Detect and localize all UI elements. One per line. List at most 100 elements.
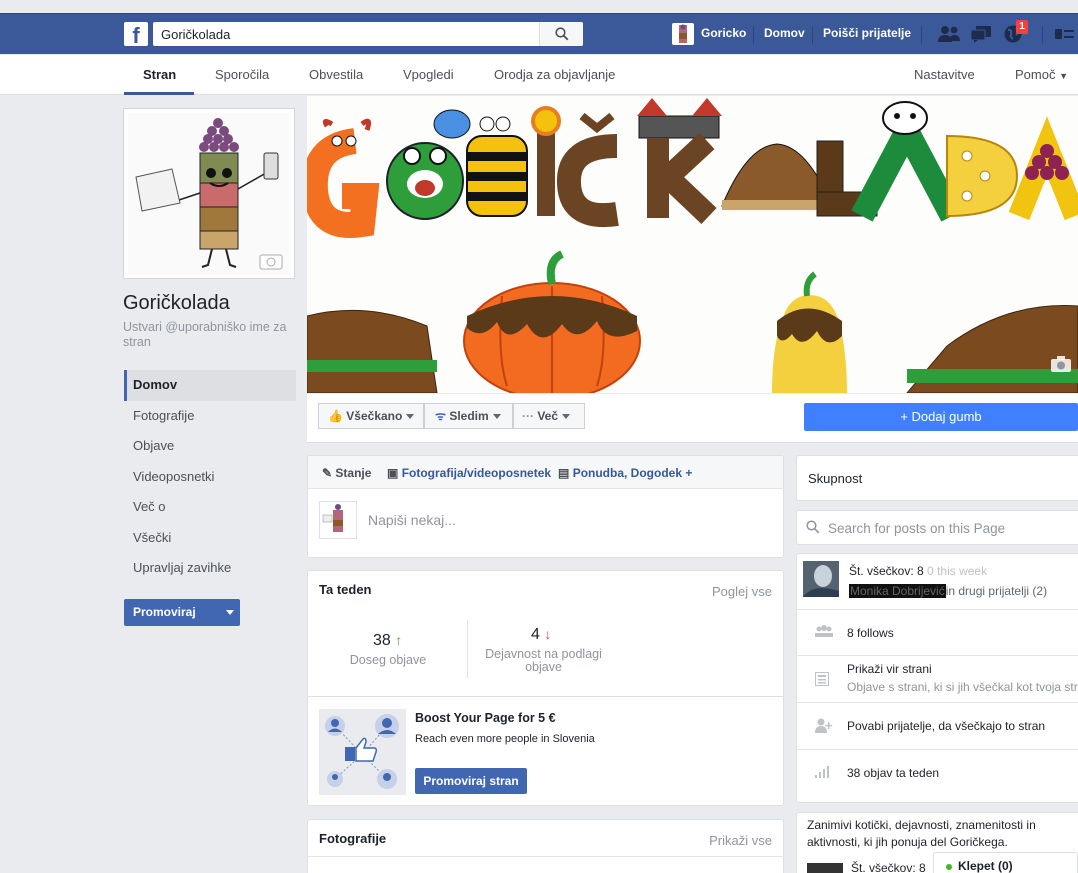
see-all-link[interactable]: Poglej vse	[712, 584, 772, 599]
post-engagement-label: Dejavnost na podlagi objave	[485, 647, 602, 674]
tab-page[interactable]: Stran	[143, 67, 176, 82]
likes-count: Št. všečkov: 8 0 this week	[849, 564, 987, 578]
composer-input[interactable]: Napiši nekaj...	[368, 512, 456, 528]
see-all-photos-link[interactable]: Prikaži vse	[709, 833, 772, 848]
composer-tabs: ✎ Stanje ▣ Fotografija/videoposnetek ▤ P…	[308, 456, 783, 489]
thumbs-up-icon: 👍	[328, 409, 343, 423]
create-username-link[interactable]: Ustvari @uporabniško ime za stran	[123, 320, 293, 350]
tab-publishing-tools[interactable]: Orodja za objavljanje	[494, 67, 615, 82]
post-reach-number: 38	[373, 632, 391, 649]
tab-status[interactable]: ✎ Stanje	[322, 466, 371, 480]
notification-badge: 1	[1016, 20, 1028, 34]
tab-status-label: Stanje	[335, 466, 372, 480]
invite-friends-label: Povabi prijatelje, da všečkajo to stran	[847, 719, 1046, 733]
tab-settings[interactable]: Nastavitve	[914, 67, 975, 82]
tab-photo-label: Fotografija/videoposnetek	[401, 466, 552, 480]
bar-chart-icon	[815, 766, 829, 778]
facebook-logo-icon[interactable]: f	[124, 22, 148, 46]
section-divider	[308, 696, 783, 697]
add-button[interactable]: + Dodaj gumb	[804, 403, 1078, 431]
boost-title: Boost Your Page for 5 €	[415, 711, 556, 725]
view-source-row[interactable]: Prikaži vir strani Objave s strani, ki s…	[797, 655, 1078, 703]
page-title[interactable]: Goričkolada	[123, 292, 230, 315]
tab-notifications[interactable]: Obvestila	[309, 67, 363, 82]
friends-suffix[interactable]: in drugi prijatelji (2)	[946, 584, 1047, 598]
profile-picture[interactable]	[123, 108, 295, 279]
page-stats-card: Št. všečkov: 8 0 this week Monika Dobrij…	[796, 553, 1078, 803]
tab-offer-label: Ponudba, Dogodek +	[572, 466, 693, 480]
caret-down-icon	[562, 414, 571, 420]
rss-icon: ᯤ	[435, 409, 446, 423]
tab-offer-event[interactable]: ▤ Ponudba, Dogodek +	[558, 466, 692, 480]
add-friend-icon	[815, 718, 833, 733]
liked-button[interactable]: 👍 Všečkano	[318, 403, 424, 429]
community-title: Skupnost	[808, 471, 863, 486]
messages-icon[interactable]	[970, 24, 992, 44]
cover-art	[307, 98, 1078, 393]
friend-avatar[interactable]	[803, 561, 839, 597]
follows-count: 8 follows	[847, 626, 894, 640]
quick-help-icon[interactable]	[1055, 27, 1075, 41]
help-menu[interactable]: Pomoč ▼	[1015, 67, 1068, 82]
home-link[interactable]: Domov	[764, 26, 805, 40]
leftnav-item-posts[interactable]: Objave	[124, 431, 296, 462]
friend-name-link[interactable]: Monika Dobrijević	[849, 584, 946, 598]
photo-icon: ▣	[387, 466, 399, 480]
promote-page-button[interactable]: Promoviraj stran	[415, 768, 527, 794]
boost-subtitle: Reach even more people in Slovenia	[415, 733, 595, 745]
chat-label: Klepet (0)	[958, 859, 1013, 873]
section-divider	[308, 856, 783, 857]
event-icon: ▤	[558, 466, 570, 480]
leftnav-item-manage-tabs[interactable]: Upravljaj zavihke	[124, 553, 296, 584]
photos-title: Fotografije	[319, 831, 387, 846]
cover-photo[interactable]	[307, 96, 1078, 393]
ellipsis-icon: ···	[522, 409, 534, 423]
leftnav-item-likes[interactable]: Všečki	[124, 523, 296, 554]
caret-down-icon[interactable]	[226, 610, 234, 615]
following-button[interactable]: ᯤ Sledim	[424, 403, 513, 429]
post-search-box[interactable]: Search for posts on this Page	[796, 510, 1078, 545]
search-button[interactable]	[539, 22, 583, 46]
tab-photo-video[interactable]: ▣ Fotografija/videoposnetek	[387, 466, 551, 480]
tab-messages[interactable]: Sporočila	[215, 67, 269, 82]
profile-avatar[interactable]	[672, 23, 694, 45]
composer-avatar	[319, 501, 357, 539]
leftnav-item-photos[interactable]: Fotografije	[124, 401, 296, 432]
posts-this-week-row[interactable]: 38 objav ta teden	[797, 749, 1078, 797]
more-button[interactable]: ··· Več	[513, 403, 585, 429]
promote-button[interactable]: Promoviraj	[124, 599, 240, 626]
top-bar: f Goričkolada Goricko Domov Poišči prija…	[0, 13, 1078, 54]
post-reach-label: Doseg objave	[349, 653, 427, 667]
friend-avatar[interactable]	[807, 863, 843, 873]
camera-icon[interactable]	[1050, 355, 1072, 373]
caret-down-icon	[406, 414, 415, 420]
arrow-down-icon: ↓	[544, 626, 552, 642]
page-navigation: Stran Sporočila Obvestila Vpogledi Orodj…	[0, 55, 1078, 95]
friend-requests-icon[interactable]	[937, 24, 961, 44]
boost-illustration	[319, 709, 406, 795]
search-box[interactable]: Goričkolada	[153, 22, 583, 46]
view-source-label[interactable]: Prikaži vir strani	[847, 662, 932, 676]
search-input[interactable]: Goričkolada	[161, 27, 230, 42]
news-feed-icon	[815, 672, 829, 686]
invite-friends-row[interactable]: Povabi prijatelje, da všečkajo to stran	[797, 702, 1078, 750]
post-search-input[interactable]: Search for posts on this Page	[828, 521, 1005, 536]
leftnav-item-videos[interactable]: Videoposnetki	[124, 462, 296, 493]
follows-row[interactable]: 8 follows	[797, 609, 1078, 656]
post-engagement-number: 4	[531, 626, 540, 643]
leftnav-item-about[interactable]: Več o	[124, 492, 296, 523]
chevron-down-icon: ▼	[1059, 71, 1069, 81]
this-week-card: Ta teden Poglej vse 38 ↑ Doseg objave 4 …	[307, 570, 784, 806]
tab-insights[interactable]: Vpogledi	[403, 67, 454, 82]
topbar-divider	[921, 26, 922, 44]
leftnav-item-home[interactable]: Domov	[124, 370, 296, 401]
liked-label: Všečkano	[346, 409, 403, 423]
online-status-icon	[946, 863, 952, 870]
profile-name-link[interactable]: Goricko	[701, 26, 746, 40]
topbar-divider	[753, 26, 754, 44]
about-likes-count: Št. všečkov: 8	[851, 861, 926, 873]
likes-label: Št. všečkov: 8	[849, 564, 924, 578]
find-friends-link[interactable]: Poišči prijatelje	[823, 26, 911, 40]
chat-tab[interactable]: Klepet (0)	[933, 852, 1078, 873]
pencil-icon: ✎	[322, 466, 333, 480]
